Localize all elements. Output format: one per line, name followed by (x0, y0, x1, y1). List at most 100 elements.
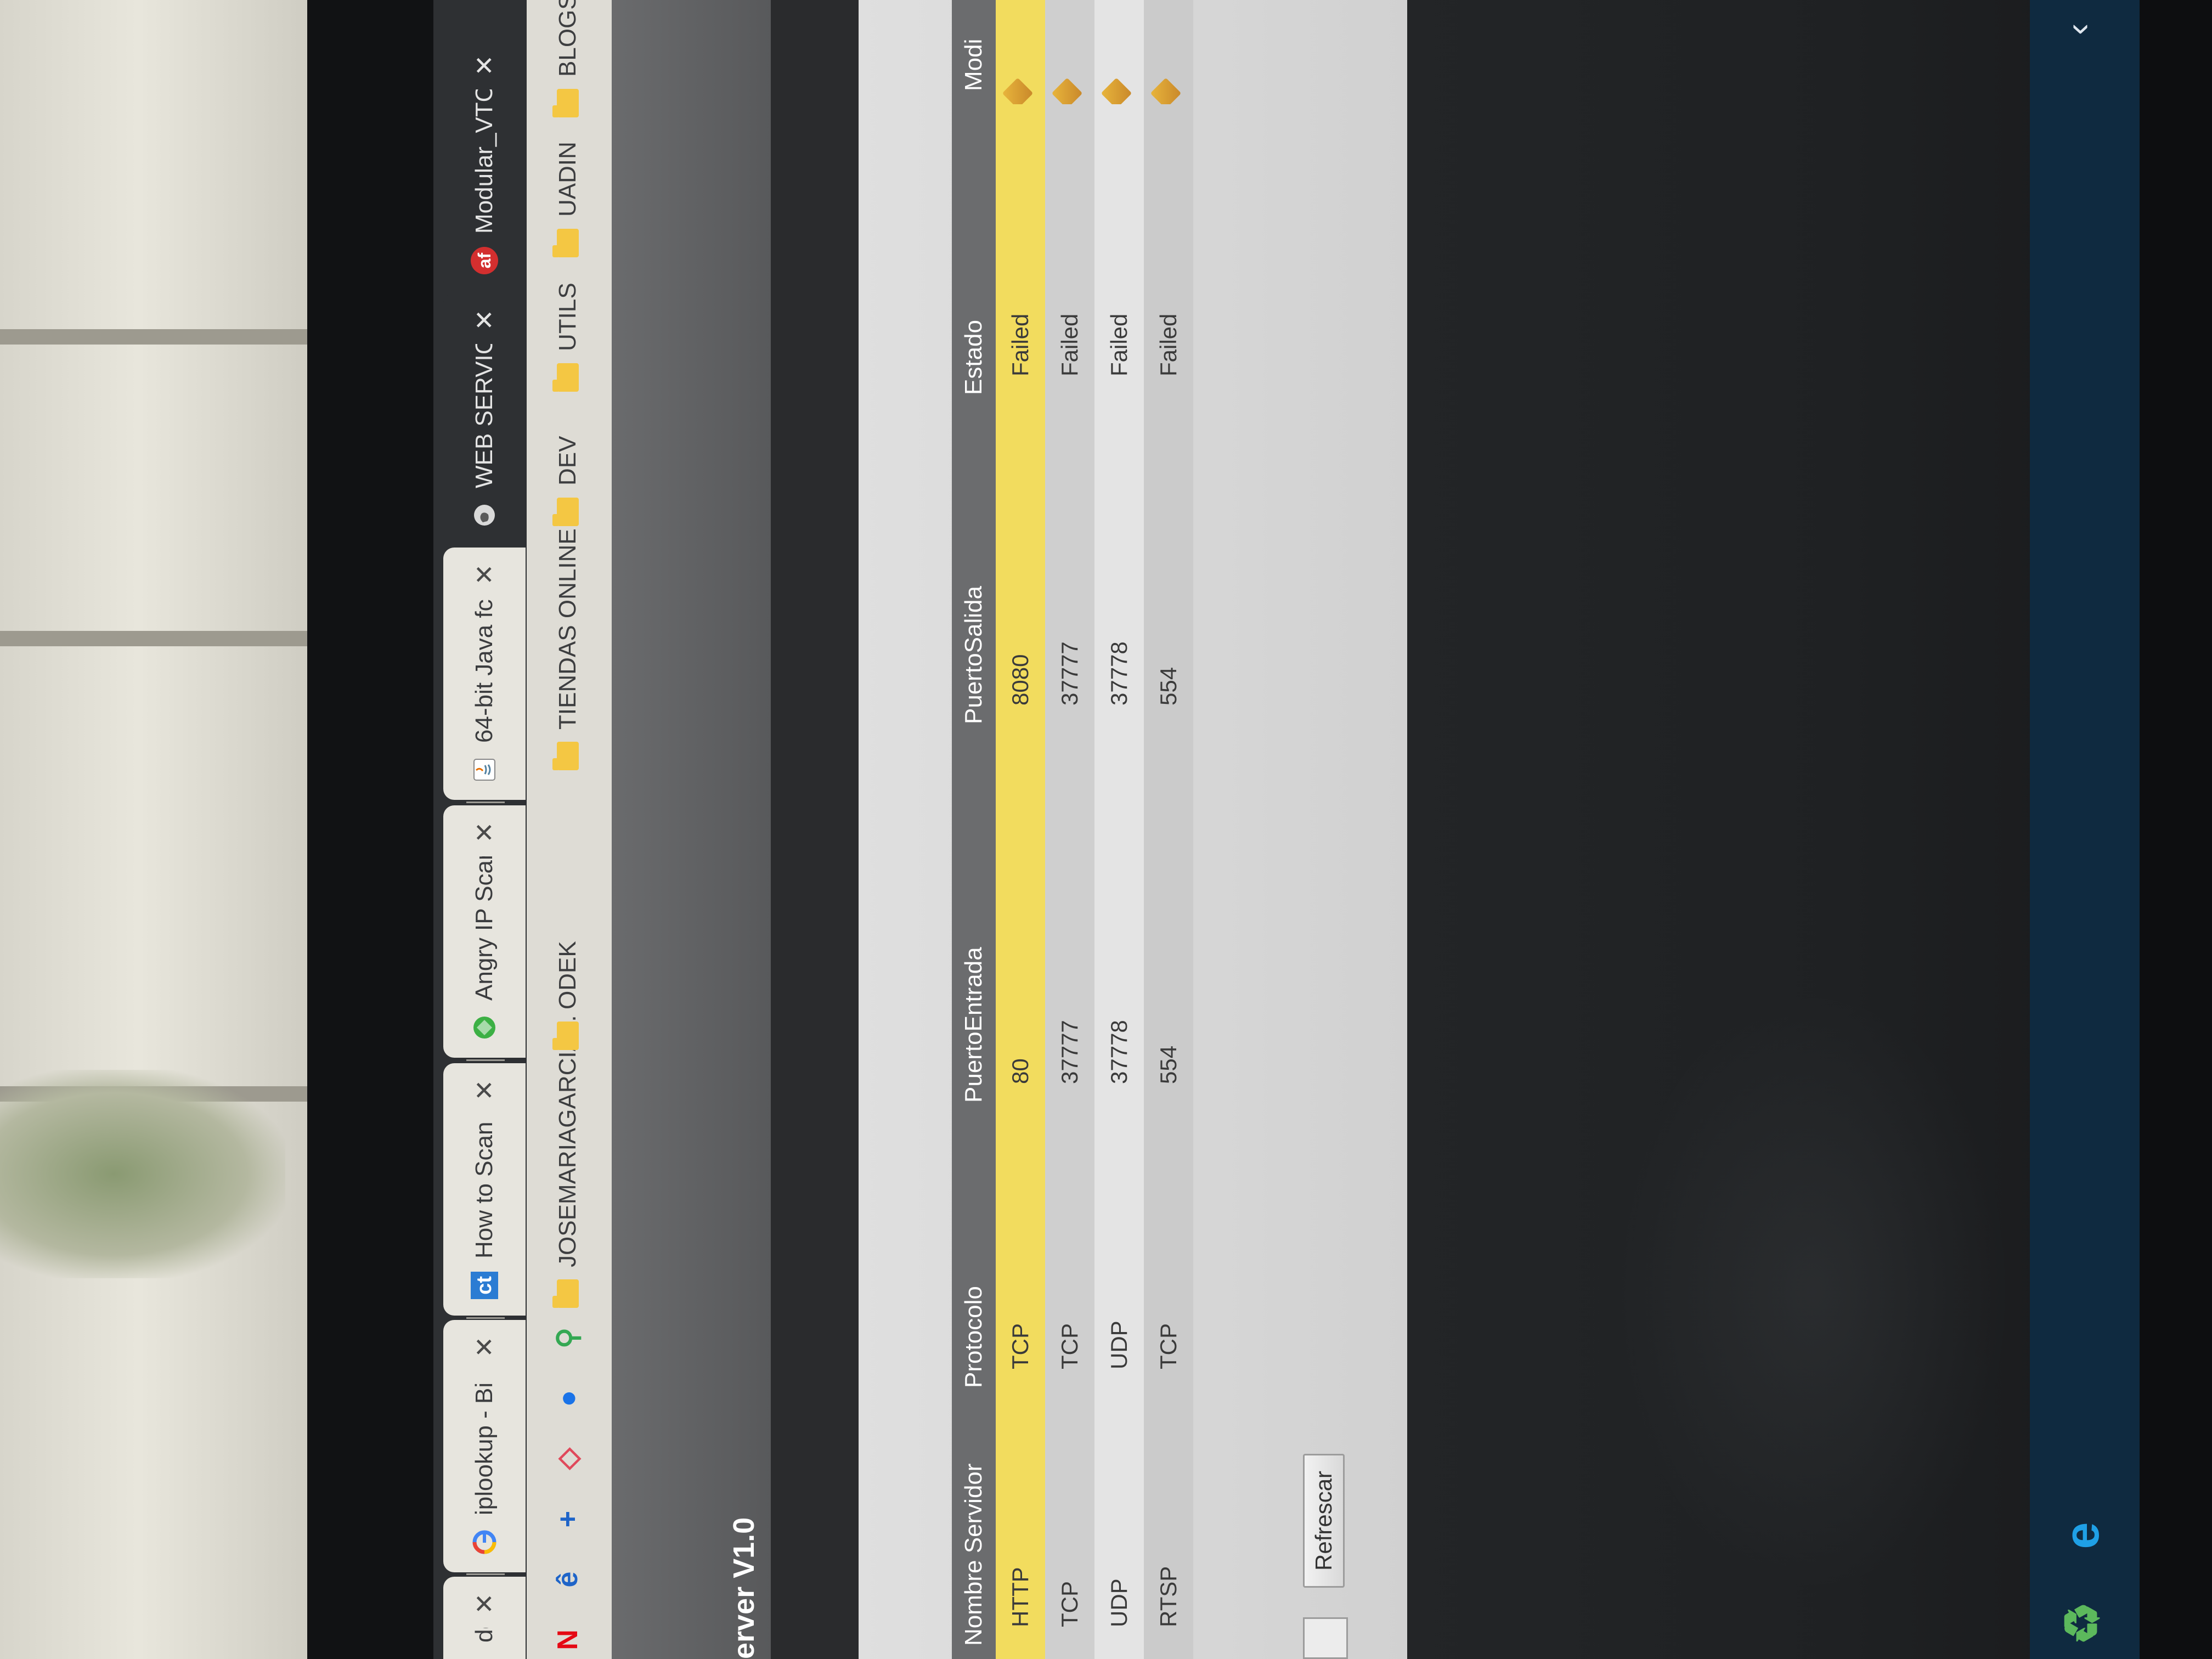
app-title: erver V1.0 (727, 1517, 760, 1659)
ports-table: Nombre Servidor Protocolo PuertoEntrada … (952, 0, 1193, 1659)
bookmarks-bar: N ê + ◇ ● ⚲ JOSEMARIAGARCIA... ODEK TIEN… (527, 0, 613, 1659)
tab-0[interactable]: de s ✕ (443, 1577, 526, 1659)
header-puerto-salida[interactable]: PuertoSalida (952, 408, 996, 737)
background-window (0, 0, 307, 1659)
header-estado[interactable]: Estado (952, 104, 996, 408)
header-modificar[interactable]: Modi (952, 0, 996, 104)
maps-pin-icon[interactable]: ⚲ (549, 1319, 587, 1357)
tab-1[interactable]: iplookup - Bi ✕ (443, 1320, 526, 1572)
header-puerto-entrada[interactable]: PuertoEntrada (952, 737, 996, 1116)
folder-icon (557, 363, 579, 392)
edge-like-icon[interactable]: ê (549, 1560, 587, 1599)
folder-icon (557, 498, 579, 526)
bookmark-tiendas-online[interactable]: TIENDAS ONLINE (549, 528, 587, 770)
cell-status: Failed (996, 104, 1045, 408)
header-nombre-servidor[interactable]: Nombre Servidor (952, 1401, 996, 1659)
monitor-bezel-top (307, 0, 733, 1659)
java-icon (471, 756, 498, 783)
tab-separator (466, 1573, 505, 1575)
bookmark-label: TIENDAS ONLINE (554, 528, 581, 730)
tab-4[interactable]: 64-bit Java fc ✕ (443, 548, 526, 800)
tab-label: How to Scan (471, 1121, 498, 1259)
cell-edit[interactable] (1094, 0, 1144, 104)
tab-label: 64-bit Java fc (471, 599, 498, 743)
tab-close-icon[interactable]: ✕ (470, 564, 499, 585)
cell-name: UDP (1094, 1401, 1144, 1659)
tab-separator (466, 1317, 505, 1319)
pencil-icon[interactable] (1150, 77, 1182, 104)
tab-close-icon[interactable]: ✕ (470, 1593, 499, 1615)
refresh-button[interactable]: Refrescar (1303, 1453, 1345, 1588)
plus-icon[interactable]: + (549, 1500, 587, 1538)
bookmark-odek[interactable]: ODEK (549, 941, 587, 1050)
cell-status: Failed (1045, 104, 1094, 408)
web-page: erver V1.0 Nombre Servidor Protocolo Pue… (612, 0, 2140, 1659)
pencil-icon[interactable] (1002, 77, 1034, 104)
bookmark-label: BLOGS (554, 0, 581, 77)
tab-6[interactable]: af Modular_VTC ✕ (443, 38, 526, 291)
cell-in-port: 80 (996, 737, 1045, 1116)
bookmark-dev[interactable]: DEV (549, 436, 587, 526)
folder-icon (557, 89, 579, 117)
cell-edit[interactable] (996, 0, 1045, 104)
tab-separator (466, 1059, 505, 1061)
netflix-icon[interactable]: N (549, 1621, 587, 1659)
recycle-icon[interactable]: ♻ (2052, 1593, 2112, 1654)
table-row[interactable]: TCP TCP 37777 37777 Failed (1045, 0, 1094, 1659)
ports-panel: Nombre Servidor Protocolo PuertoEntrada … (859, 0, 1493, 1659)
header-strip (771, 0, 859, 1659)
cell-edit[interactable] (1144, 0, 1193, 104)
tab-separator (466, 802, 505, 803)
table-header-row: Nombre Servidor Protocolo PuertoEntrada … (952, 0, 996, 1659)
bookmark-label: UADIN (554, 142, 581, 217)
tab-close-icon[interactable]: ✕ (470, 822, 499, 843)
angry-ip-icon (471, 1014, 498, 1041)
cell-name: TCP (1045, 1401, 1094, 1659)
rotated-screen-content: de s ✕ iplookup - Bi ✕ ct How to Scan ✕ (433, 0, 2140, 1659)
checkbox[interactable] (1303, 1617, 1348, 1659)
internet-explorer-icon[interactable]: e (2052, 1505, 2112, 1566)
folder-icon (557, 1022, 579, 1050)
bookmark-josemariagarcia[interactable]: JOSEMARIAGARCIA... (549, 1015, 587, 1308)
bookmark-utils[interactable]: UTILS (549, 283, 587, 392)
folder-icon (557, 1279, 579, 1308)
plants-outside (0, 1070, 285, 1278)
cell-out-port: 37778 (1094, 408, 1144, 737)
airbnb-icon[interactable]: ◇ (549, 1440, 587, 1478)
tab-5[interactable]: WEB SERVICE ✕ (443, 293, 526, 545)
window-frame-bar (0, 329, 307, 345)
globe-icon (471, 501, 498, 529)
header-protocolo[interactable]: Protocolo (952, 1116, 996, 1401)
tab-close-icon[interactable]: ✕ (470, 1080, 499, 1101)
cell-edit[interactable] (1045, 0, 1094, 104)
taskbar: ♻ e ‹ (2030, 0, 2140, 1659)
tab-close-icon[interactable]: ✕ (470, 309, 499, 331)
table-row[interactable]: RTSP TCP 554 554 Failed (1144, 0, 1193, 1659)
ct-icon: ct (471, 1272, 498, 1299)
cell-protocol: TCP (996, 1116, 1045, 1401)
bookmark-label: DEV (554, 436, 581, 486)
pencil-icon[interactable] (1101, 77, 1132, 104)
table-row[interactable]: HTTP TCP 80 8080 Failed (996, 0, 1045, 1659)
google-icon (471, 1528, 498, 1556)
drive-icon[interactable]: ● (549, 1379, 587, 1418)
pencil-icon[interactable] (1051, 77, 1083, 104)
tab-label: Modular_VTC (471, 89, 498, 234)
window-frame-bar (0, 631, 307, 646)
tab-2[interactable]: ct How to Scan ✕ (443, 1063, 526, 1316)
screen-reflection (1616, 990, 2011, 1593)
bookmark-blogs[interactable]: BLOGS (549, 0, 587, 117)
cell-in-port: 37777 (1045, 737, 1094, 1116)
folder-icon (557, 742, 579, 770)
tab-label: de s (471, 1628, 498, 1643)
tab-close-icon[interactable]: ✕ (470, 1336, 499, 1358)
tab-close-icon[interactable]: ✕ (470, 55, 499, 76)
tab-3[interactable]: Angry IP Scar ✕ (443, 805, 526, 1058)
bookmark-uadin[interactable]: UADIN (549, 142, 587, 257)
tab-label: Angry IP Scar (471, 856, 498, 1001)
bookmark-label: UTILS (554, 283, 581, 351)
tray-chevron-icon[interactable]: ‹ (2057, 24, 2098, 35)
table-row[interactable]: UDP UDP 37778 37778 Failed (1094, 0, 1144, 1659)
cell-in-port: 554 (1144, 737, 1193, 1116)
cell-name: RTSP (1144, 1401, 1193, 1659)
